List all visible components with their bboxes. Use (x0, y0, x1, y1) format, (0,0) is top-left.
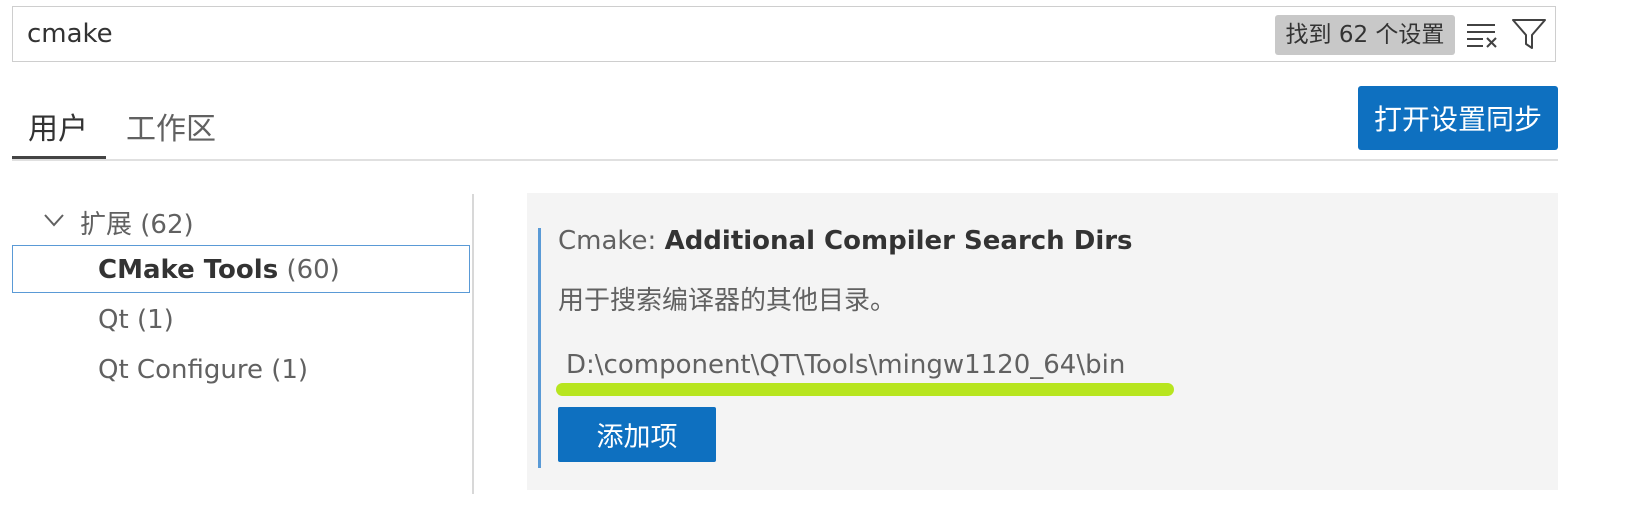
tree-item-extensions[interactable]: 扩展 (62) (80, 204, 194, 241)
add-item-button[interactable]: 添加项 (558, 407, 716, 462)
tree-item-cmake-tools[interactable]: CMake Tools (60) (98, 255, 340, 285)
open-settings-sync-button[interactable]: 打开设置同步 (1358, 86, 1558, 150)
chevron-down-icon[interactable] (42, 208, 66, 232)
settings-search-input[interactable] (27, 7, 1227, 61)
tree-item-label: Qt (98, 305, 129, 335)
settings-search-box: 找到 62 个设置 (12, 6, 1556, 62)
tabs-divider (12, 159, 1558, 161)
tree-item-count: (62) (140, 210, 194, 240)
highlight-annotation (556, 383, 1174, 396)
tree-item-count: (1) (136, 305, 174, 335)
clear-filter-icon[interactable] (1465, 19, 1499, 51)
search-results-badge: 找到 62 个设置 (1275, 15, 1455, 55)
setting-title: Cmake: Additional Compiler Search Dirs (558, 226, 1133, 256)
setting-focus-indicator (538, 228, 541, 468)
setting-description: 用于搜索编译器的其他目录。 (558, 286, 897, 316)
tab-workspace[interactable]: 工作区 (126, 104, 216, 148)
tree-item-label: CMake Tools (98, 255, 279, 285)
filter-icon[interactable] (1511, 17, 1547, 51)
list-item[interactable]: D:\component\QT\Tools\mingw1120_64\bin (566, 350, 1125, 380)
setting-name: Additional Compiler Search Dirs (664, 226, 1133, 256)
tree-item-qt[interactable]: Qt (1) (98, 305, 174, 335)
tree-item-qt-configure[interactable]: Qt Configure (1) (98, 355, 308, 385)
tree-item-label: 扩展 (80, 210, 133, 240)
tree-item-count: (1) (271, 355, 309, 385)
tree-splitter[interactable] (472, 194, 474, 494)
tab-user[interactable]: 用户 (28, 104, 88, 148)
tree-item-label: Qt Configure (98, 355, 263, 385)
setting-category: Cmake: (558, 226, 665, 256)
tree-item-count: (60) (286, 255, 340, 285)
